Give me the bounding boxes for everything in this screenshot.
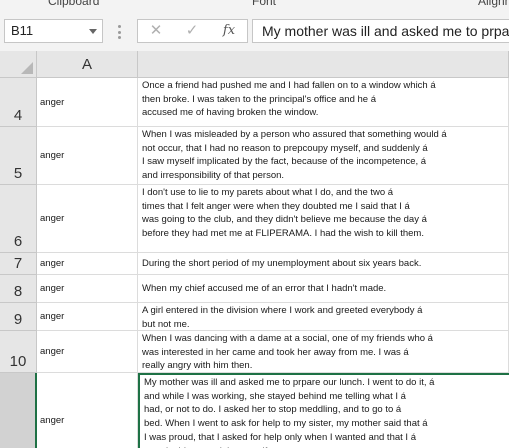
cell-b4[interactable]: Once a friend had pushed me and I had fa… [138, 78, 509, 127]
cell-text-line: times that I felt anger were when they d… [142, 200, 410, 212]
cell-text-line: When I was dancing with a dame at a soci… [142, 333, 433, 344]
cell-text-line: A girl entered in the division where I w… [142, 305, 423, 316]
cell-text: Once a friend had pushed me and I had fa… [142, 79, 508, 120]
emotion-label: anger [40, 311, 65, 322]
cell-a9[interactable]: anger [37, 303, 138, 331]
cell-text: My mother was ill and asked me to prpare… [144, 376, 509, 448]
row-number: 8 [13, 283, 23, 300]
cell-text: During the short period of my unemployme… [142, 257, 421, 271]
cell-text: I don't use to lie to my parets about wh… [142, 186, 508, 241]
cell-text: When my chief accused me of an error tha… [142, 282, 386, 296]
row-header-7[interactable]: 7 [0, 253, 37, 275]
emotion-label: anger [40, 414, 65, 426]
cell-text: When I was misleaded by a person who ass… [142, 128, 508, 183]
cell-text-line: really angry with him then. [142, 360, 253, 372]
cell-b6[interactable]: I don't use to lie to my parets about wh… [138, 185, 509, 253]
ribbon-group-alignment: Alignm [478, 0, 509, 8]
row-number: 10 [9, 353, 27, 370]
row-number: 7 [13, 255, 23, 272]
cell-a10[interactable]: anger [37, 331, 138, 373]
row-header-5[interactable]: 5 [0, 127, 37, 185]
cell-a5[interactable]: anger [37, 127, 138, 185]
cell-text-line: but not me. [142, 318, 190, 330]
cell-text-line: was going to the club, and they didn't b… [142, 214, 427, 226]
formula-buttons: ✕ ✓ fx [137, 19, 248, 43]
row-number: 9 [13, 311, 23, 328]
name-box[interactable]: B11 [4, 19, 103, 43]
cell-text-line: then broke. I was taken to the principal… [142, 93, 377, 105]
cell-b10[interactable]: When I was dancing with a dame at a soci… [138, 331, 509, 373]
row-number: 5 [13, 165, 23, 182]
select-all-button[interactable] [0, 51, 37, 78]
name-box-value: B11 [11, 23, 34, 38]
cell-text-line: was interested in her came and took her … [142, 346, 409, 358]
column-header-b[interactable] [138, 51, 509, 78]
cell-b11[interactable]: My mother was ill and asked me to prpare… [138, 373, 509, 448]
row-header-9[interactable]: 9 [0, 303, 37, 331]
ribbon-group-clipboard: Clipboard [48, 0, 100, 8]
cell-a4[interactable]: anger [37, 78, 138, 127]
row-number: 4 [13, 107, 23, 124]
cell-text-line: before they had met me at FLIPERAMA. I h… [142, 228, 424, 240]
cell-b8[interactable]: When my chief accused me of an error tha… [138, 275, 509, 303]
cell-text-line: had, or not to do. I asked her to stop m… [144, 404, 402, 416]
row-header-6[interactable]: 6 [0, 185, 37, 253]
cell-text-line: Once a friend had pushed me and I had fa… [142, 80, 436, 91]
cell-text-line: I saw myself implicated by the fact, bec… [142, 156, 427, 168]
formula-bar: B11 ✕ ✓ fx My mother was ill and asked m… [0, 10, 509, 51]
row-header-10[interactable]: 10 [0, 331, 37, 373]
cell-text: When I was dancing with a dame at a soci… [142, 332, 508, 372]
cell-text-line: I don't use to lie to my parets about wh… [142, 187, 394, 198]
cell-text-line: During the short period of my unemployme… [142, 257, 422, 269]
cell-b5[interactable]: When I was misleaded by a person who ass… [138, 127, 509, 185]
cell-b7[interactable]: During the short period of my unemployme… [138, 253, 509, 275]
insert-function-icon[interactable]: fx [214, 20, 244, 42]
emotion-label: anger [40, 150, 65, 161]
emotion-label: anger [40, 346, 65, 357]
row-number: 6 [13, 233, 23, 250]
cell-text-line: and while I was working, she stayed behi… [144, 390, 406, 402]
select-all-icon [21, 62, 33, 74]
cell-text-line: accused me of having broken the window. [142, 107, 319, 119]
cell-text-line: bed. When I went to ask for help to my s… [144, 418, 428, 430]
worksheet-grid: A 4 anger Once a friend had pushed me and … [0, 51, 509, 448]
cell-a11[interactable]: anger [37, 373, 138, 448]
cell-text-line: not occur, that I had no reason to prepc… [142, 142, 428, 154]
cell-a7[interactable]: anger [37, 253, 138, 275]
emotion-label: anger [40, 283, 65, 294]
cell-text-line: I was proud, that I asked for help only … [144, 431, 416, 443]
cell-a6[interactable]: anger [37, 185, 138, 253]
enter-icon[interactable]: ✓ [177, 20, 207, 42]
emotion-label: anger [40, 258, 65, 269]
row-header-8[interactable]: 8 [0, 275, 37, 303]
cell-text-line: and irresponsibility of that person. [142, 170, 285, 182]
chevron-down-icon[interactable] [89, 29, 97, 34]
resize-handle-icon[interactable] [118, 25, 122, 39]
cell-b9[interactable]: A girl entered in the division where I w… [138, 303, 509, 331]
cell-text: A girl entered in the division where I w… [142, 304, 508, 330]
formula-input[interactable]: My mother was ill and asked me to prpare… [252, 19, 509, 43]
emotion-label: anger [40, 213, 65, 224]
cell-text-line: When my chief accused me of an error tha… [142, 282, 387, 294]
row-header-4[interactable]: 4 [0, 78, 37, 127]
row-header-11[interactable]: 11 [0, 373, 37, 448]
cell-text-line: When I was misleaded by a person who ass… [142, 129, 447, 140]
cancel-icon[interactable]: ✕ [141, 20, 171, 42]
ribbon-group-font: Font [252, 0, 277, 8]
cell-text-line: wasn't able to cook by myself. [144, 445, 509, 448]
column-header-a[interactable]: A [37, 51, 138, 78]
cell-text-line: My mother was ill and asked me to prpare… [144, 377, 435, 388]
emotion-label: anger [40, 96, 65, 108]
cell-a8[interactable]: anger [37, 275, 138, 303]
